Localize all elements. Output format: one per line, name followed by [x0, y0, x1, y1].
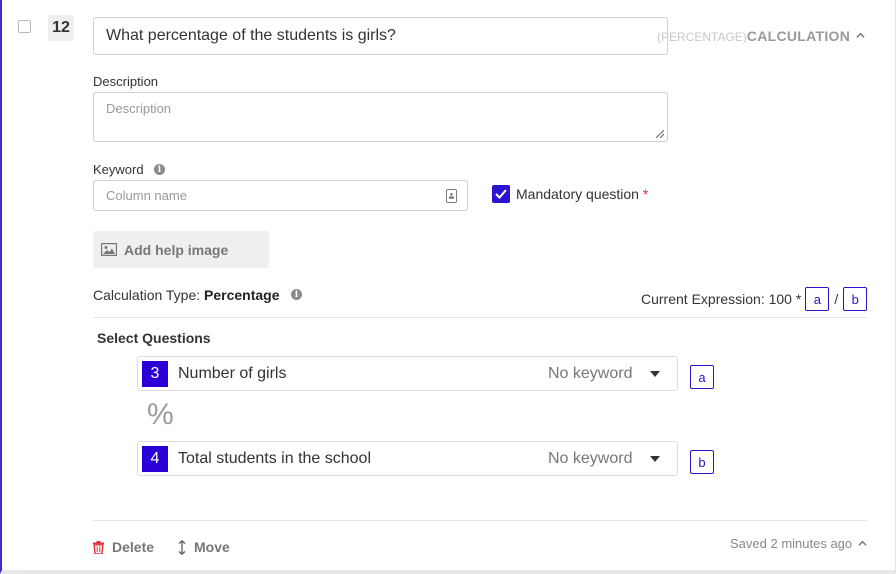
description-textarea[interactable]: Description — [93, 92, 668, 142]
calculation-type-label: Calculation Type: — [93, 287, 201, 303]
contact-card-icon — [446, 189, 457, 203]
question-type-label: CALCULATION — [746, 28, 851, 44]
expression-label: Current Expression: 100 * — [641, 291, 802, 307]
calculation-type: Calculation Type: Percentage — [93, 287, 280, 303]
checkmark-icon — [495, 189, 507, 199]
question-type-prefix: (PERCENTAGE) — [657, 30, 747, 44]
divider — [93, 317, 867, 318]
calculation-type-value: Percentage — [204, 287, 280, 303]
selected-question-text: Total students in the school — [178, 450, 372, 467]
caret-down-icon[interactable] — [650, 456, 660, 462]
add-help-image-button[interactable]: Add help image — [93, 231, 269, 268]
question-select-b[interactable]: 4 Total students in the school No keywor… — [137, 441, 678, 476]
question-title-input[interactable]: What percentage of the students is girls… — [93, 17, 668, 55]
select-questions-heading: Select Questions — [97, 330, 211, 346]
calculation-info-icon[interactable]: i — [291, 289, 302, 300]
selected-question-number: 4 — [142, 446, 168, 472]
description-placeholder: Description — [106, 101, 172, 116]
selected-question-keyword: No keyword — [548, 450, 633, 467]
move-label: Move — [194, 539, 230, 555]
selected-question-number: 3 — [142, 361, 168, 387]
footer-divider — [93, 520, 867, 521]
required-mark: * — [642, 186, 649, 202]
expression-var-b: b — [843, 287, 868, 311]
question-number: 12 — [48, 15, 74, 41]
info-icon[interactable]: i — [154, 164, 165, 175]
resize-handle-icon[interactable] — [656, 130, 664, 138]
selected-question-text: Number of girls — [178, 365, 287, 382]
move-vertical-icon — [178, 539, 186, 555]
add-help-image-label: Add help image — [124, 241, 229, 258]
current-expression: Current Expression: 100 * a / b — [641, 287, 868, 311]
saved-status: Saved 2 minutes ago — [730, 536, 853, 551]
footer-chevron-up-icon[interactable] — [858, 539, 867, 548]
variable-a-badge: a — [690, 365, 714, 389]
mandatory-checkbox[interactable] — [492, 185, 510, 203]
delete-label: Delete — [112, 539, 155, 555]
trash-icon — [93, 540, 104, 554]
select-question-checkbox[interactable] — [18, 20, 31, 33]
question-select-a[interactable]: 3 Number of girls No keyword — [137, 356, 678, 391]
description-label: Description — [93, 74, 159, 89]
expression-operator: / — [834, 291, 839, 307]
image-icon — [101, 243, 117, 256]
question-type: (PERCENTAGE)CALCULATION — [657, 28, 850, 44]
variable-b-badge: b — [690, 450, 714, 474]
move-button[interactable]: Move — [178, 539, 230, 555]
keyword-label: Keyword — [93, 162, 144, 177]
caret-down-icon[interactable] — [650, 371, 660, 377]
expression-var-a: a — [805, 287, 830, 311]
selected-question-keyword: No keyword — [548, 365, 633, 382]
mandatory-label-text: Mandatory question — [516, 186, 639, 202]
chevron-up-icon[interactable] — [856, 31, 865, 40]
percent-separator: % — [147, 398, 174, 431]
keyword-input[interactable]: Column name — [93, 180, 468, 211]
mandatory-label[interactable]: Mandatory question * — [516, 186, 648, 202]
keyword-placeholder: Column name — [106, 188, 187, 203]
delete-button[interactable]: Delete — [93, 539, 154, 555]
